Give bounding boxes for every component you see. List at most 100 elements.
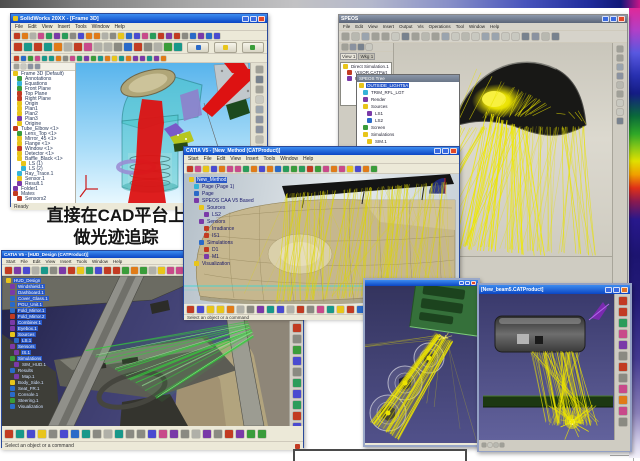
toolbar-icon[interactable] <box>617 46 623 52</box>
toolbar-icon[interactable] <box>247 306 254 313</box>
toolbar-icon[interactable] <box>63 56 68 61</box>
toolbar-icon[interactable] <box>32 267 39 274</box>
toolbar-icon[interactable] <box>293 324 301 332</box>
toolbar-icon[interactable] <box>617 55 623 61</box>
toolbar-icon[interactable] <box>144 43 152 51</box>
toolbar-icon[interactable] <box>219 166 225 172</box>
toolbar-icon[interactable] <box>71 430 79 438</box>
menu-item[interactable]: View <box>46 259 56 264</box>
toolbar-icon[interactable] <box>59 267 66 274</box>
toolbar-icon[interactable] <box>293 390 301 398</box>
menu-item[interactable]: Tools <box>75 24 87 30</box>
toolbar-icon[interactable] <box>74 43 82 51</box>
maximize-button[interactable] <box>442 148 449 154</box>
toolbar-icon[interactable] <box>14 43 22 51</box>
menu-item[interactable]: Tools <box>77 259 88 264</box>
toolbar-icon[interactable] <box>112 56 117 61</box>
toolbar-icon[interactable] <box>452 33 459 40</box>
toolbar-icon[interactable] <box>82 430 90 438</box>
minimize-button[interactable] <box>242 16 249 22</box>
toolbar-icon[interactable] <box>297 306 304 313</box>
toolbar-icon[interactable] <box>93 430 101 438</box>
toolbar-icon[interactable] <box>293 335 301 343</box>
menu-item[interactable]: View <box>368 24 378 29</box>
toolbar-icon[interactable] <box>619 396 627 404</box>
toolbar-icon[interactable] <box>158 267 165 274</box>
toolbar-icon[interactable] <box>198 33 204 39</box>
hud-spec-tree[interactable]: HUD_DesignWindshield.1Dashboard.1Cover_G… <box>4 277 108 409</box>
menu-item[interactable]: Edit <box>33 259 41 264</box>
toolbar-icon[interactable] <box>355 166 361 172</box>
solidworks-feature-tree[interactable]: Frame 3D (Default)AnnotationsEquationsFr… <box>11 63 76 203</box>
toolbar-icon[interactable] <box>161 56 166 61</box>
toolbar-icon[interactable] <box>16 430 24 438</box>
toolbar-icon[interactable] <box>412 33 419 40</box>
close-button[interactable] <box>450 148 457 154</box>
close-button[interactable] <box>258 16 265 22</box>
toolbar-icon[interactable] <box>275 166 281 172</box>
toolbar-icon[interactable] <box>14 33 20 39</box>
toolbar-icon[interactable] <box>619 374 627 382</box>
toolbar-icon[interactable] <box>307 306 314 313</box>
toolbar-icon[interactable] <box>283 166 289 172</box>
menu-item[interactable]: Start <box>6 259 16 264</box>
toolbar-icon[interactable] <box>617 109 623 115</box>
toolbar-icon[interactable] <box>259 166 265 172</box>
toolbar-icon[interactable] <box>114 43 122 51</box>
toolbar-icon[interactable] <box>142 33 148 39</box>
toolbar-icon[interactable] <box>472 33 479 40</box>
toolbar-icon[interactable] <box>256 136 263 143</box>
toolbar-icon[interactable] <box>119 56 124 61</box>
menu-item[interactable]: File <box>15 24 23 30</box>
toolbar-icon[interactable] <box>347 166 353 172</box>
toolbar-icon[interactable] <box>42 56 47 61</box>
toolbar-icon[interactable] <box>192 430 200 438</box>
tree-item[interactable]: New_Method <box>187 176 283 183</box>
toolbar-icon[interactable] <box>532 33 539 40</box>
toolbar-icon[interactable] <box>24 43 32 51</box>
toolbar-icon[interactable] <box>327 306 334 313</box>
toolbar-icon[interactable] <box>293 412 301 420</box>
tree-item[interactable]: Irradiance <box>187 225 283 232</box>
toolbar-icon[interactable] <box>256 116 263 123</box>
tree-item[interactable]: Page (Page 1) <box>187 183 283 190</box>
toolbar-icon[interactable] <box>44 43 52 51</box>
minimize-button[interactable] <box>459 281 464 285</box>
toolbar-icon[interactable] <box>494 443 498 447</box>
toolbar-icon[interactable] <box>214 430 222 438</box>
tree-item[interactable]: Visualization <box>187 260 283 267</box>
toolbar-icon[interactable] <box>62 33 68 39</box>
toolbar-icon[interactable] <box>98 56 103 61</box>
toolbar-icon[interactable] <box>182 33 188 39</box>
toolbar-icon[interactable] <box>134 43 142 51</box>
toolbar-icon[interactable] <box>167 267 174 274</box>
toolbar-icon[interactable] <box>134 33 140 39</box>
menu-item[interactable]: Help <box>303 156 313 162</box>
toolbar-icon[interactable] <box>552 33 559 40</box>
toolbar-icon[interactable] <box>342 33 349 40</box>
toolbar-icon[interactable] <box>293 423 301 426</box>
toolbar-icon[interactable] <box>307 166 313 172</box>
menu-item[interactable]: File <box>204 156 212 162</box>
toolbar-icon[interactable] <box>617 73 623 79</box>
toolbar-icon[interactable] <box>207 306 214 313</box>
tree-item[interactable]: SPEOS CAA V5 Based <box>187 197 283 204</box>
toolbar-icon[interactable] <box>102 33 108 39</box>
menu-item[interactable]: Window <box>469 24 485 29</box>
toolbar-icon[interactable] <box>38 33 44 39</box>
tree-item[interactable]: TRIM_RFL_LGT <box>357 89 459 96</box>
toolbar-icon[interactable] <box>203 430 211 438</box>
maximize-button[interactable] <box>465 281 470 285</box>
toolbar-icon[interactable] <box>115 430 123 438</box>
menu-item[interactable]: View <box>42 24 53 30</box>
toolbar-icon[interactable] <box>95 267 102 274</box>
toolbar-icon[interactable] <box>54 33 60 39</box>
menu-item[interactable]: Output <box>399 24 413 29</box>
tree-item[interactable]: D1 <box>187 246 283 253</box>
toolbar-icon[interactable] <box>492 33 499 40</box>
toolbar-icon[interactable] <box>617 100 623 106</box>
toolbar-icon[interactable] <box>78 33 84 39</box>
toolbar-icon[interactable] <box>113 267 120 274</box>
toolbar-icon[interactable] <box>317 306 324 313</box>
toolbar-icon[interactable] <box>402 33 409 40</box>
